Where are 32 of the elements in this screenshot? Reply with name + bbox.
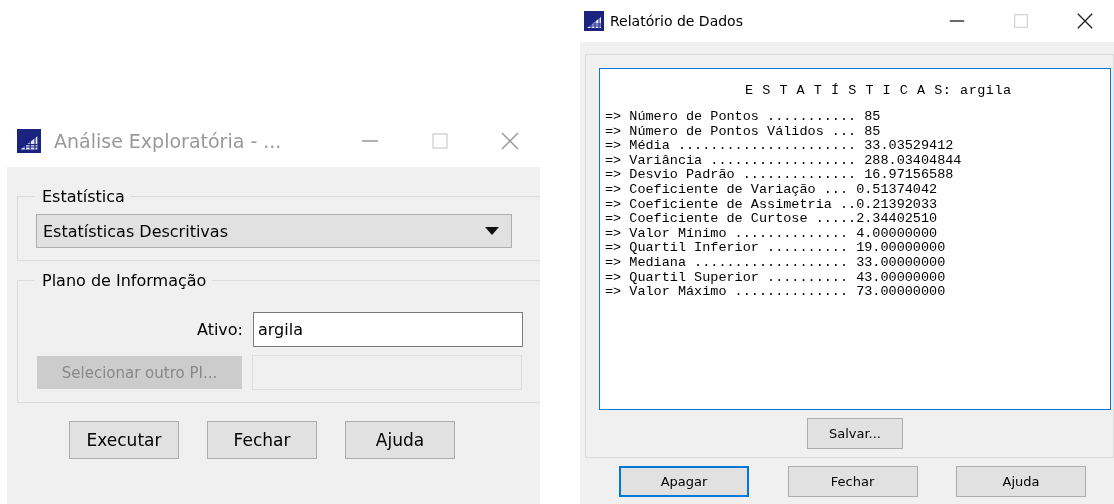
report-line: => Variância .................. 288.03404844 [605, 153, 963, 169]
report-text-area[interactable] [599, 68, 1111, 410]
report-line: => Desvio Padrão .............. 16.97156588 [605, 168, 955, 183]
report-line: => Número de Pontos Válidos ... 85 [605, 124, 882, 140]
group-label: Estatística [41, 187, 126, 206]
dialog-button[interactable]: Ajuda [956, 466, 1086, 497]
report-line: => Média ...................... 33.03529412 [605, 139, 955, 154]
report-line: => Valor Mínimo .............. 4.00000000 [605, 226, 939, 242]
field-label: Ativo: [196, 320, 243, 339]
input-field[interactable]: argila [253, 312, 523, 347]
report-line: => Mediana ................... 33.00000000 [605, 255, 947, 271]
save-button[interactable]: Salvar... [807, 418, 903, 449]
dialog-button[interactable]: Ajuda [345, 421, 455, 459]
report-heading: E S T A T Í S T I C A S: argila [744, 83, 1013, 98]
report-line: => Valor Máximo .............. 73.00000000 [605, 285, 947, 300]
window-title: Análise Exploratória - ... [54, 130, 283, 152]
caret-icon [485, 227, 499, 235]
dialog-button[interactable]: Fechar [207, 421, 317, 459]
report-line: => Coeficiente de Assimetria ..0.21392033 [605, 197, 939, 213]
report-line: => Quartil Inferior .......... 19.00000000 [605, 241, 947, 256]
app-icon [584, 11, 604, 31]
report-line: => Quartil Superior .......... 43.00000000 [605, 270, 947, 286]
report-line: => Coeficiente de Variação ... 0.51374042 [605, 182, 939, 198]
report-line: => Coeficiente de Curtose .....2.34402510 [605, 212, 939, 227]
window-title: Relatório de Dados [610, 13, 744, 29]
group-label: Plano de Informação [41, 271, 208, 290]
app-icon [14, 129, 44, 153]
dialog-button[interactable]: Apagar [619, 466, 749, 497]
report-line: => Número de Pontos ........... 85 [605, 110, 882, 125]
dialog-button[interactable]: Executar [69, 421, 179, 459]
statistic-dropdown[interactable]: Estatísticas Descritivas [36, 214, 512, 248]
dialog-button[interactable]: Fechar [787, 466, 918, 497]
